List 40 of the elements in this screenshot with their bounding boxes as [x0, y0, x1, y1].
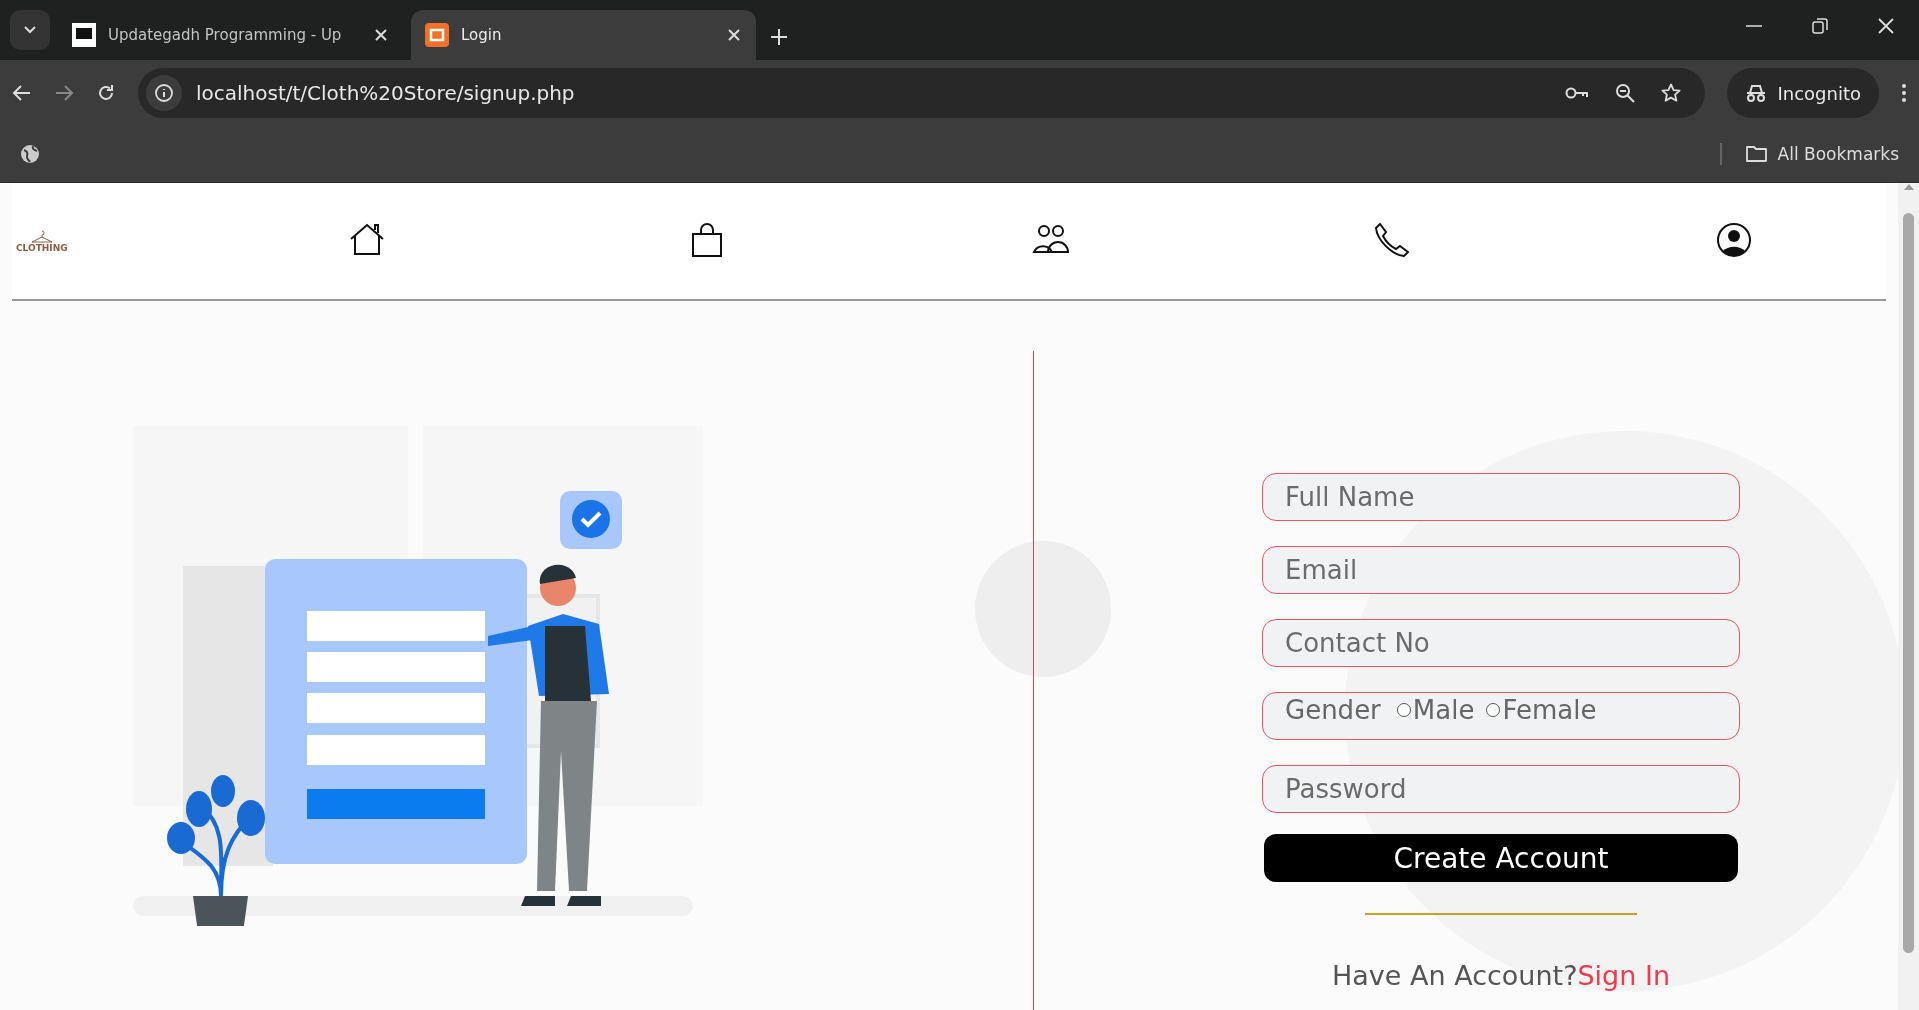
menu-icon[interactable] — [1901, 83, 1907, 103]
tab-title: Login — [461, 26, 502, 44]
info-icon[interactable] — [154, 83, 174, 103]
forward-icon[interactable] — [54, 83, 74, 103]
tab-title: Updategadh Programming - Up — [108, 26, 342, 44]
browser-tab[interactable]: Login — [411, 10, 756, 60]
back-icon[interactable] — [12, 83, 32, 103]
input-field[interactable]: Contact No — [1262, 619, 1740, 667]
hanger-icon[interactable] — [29, 229, 54, 243]
close-icon[interactable] — [726, 27, 742, 43]
restore-icon[interactable] — [1812, 18, 1828, 34]
phone-icon[interactable] — [1374, 222, 1412, 260]
close-icon[interactable] — [373, 27, 389, 43]
input-field[interactable]: Email — [1262, 546, 1740, 594]
reload-icon[interactable] — [96, 83, 116, 103]
address-bar[interactable]: localhost/t/Cloth%20Store/signup.php — [138, 68, 1706, 118]
create-account-button[interactable]: Create Account — [1264, 834, 1738, 882]
folder-icon — [1745, 144, 1768, 164]
address-text: localhost/t/Cloth%20Store/signup.php — [196, 81, 576, 105]
radio-option[interactable]: Male — [1396, 693, 1475, 727]
new-tab-icon[interactable] — [770, 28, 788, 46]
zoom-out-icon[interactable] — [1615, 83, 1636, 103]
incognito-icon — [1745, 83, 1768, 103]
input-field[interactable]: Full Name — [1262, 473, 1740, 521]
gender-label: Gender — [1285, 694, 1381, 727]
user-icon[interactable] — [1716, 222, 1754, 260]
favicon-icon — [72, 23, 96, 47]
close-icon[interactable] — [1878, 18, 1894, 34]
incognito-button[interactable]: Incognito — [1727, 68, 1879, 118]
browser-tab[interactable]: Updategadh Programming - Up — [58, 10, 403, 60]
globe-icon[interactable] — [20, 144, 40, 164]
sign-in-prompt: Have An Account?Sign In — [1331, 960, 1671, 991]
password-field[interactable]: Password — [1262, 765, 1740, 813]
scrollbar[interactable] — [1898, 183, 1919, 1010]
logo-text[interactable]: CLOTHING — [16, 242, 68, 253]
star-icon[interactable] — [1661, 83, 1682, 103]
scrollbar-thumb[interactable] — [1903, 213, 1914, 953]
favicon-icon — [425, 23, 449, 47]
radio-option[interactable]: Female — [1486, 693, 1597, 727]
all-bookmarks-button[interactable]: All Bookmarks — [1745, 144, 1899, 164]
